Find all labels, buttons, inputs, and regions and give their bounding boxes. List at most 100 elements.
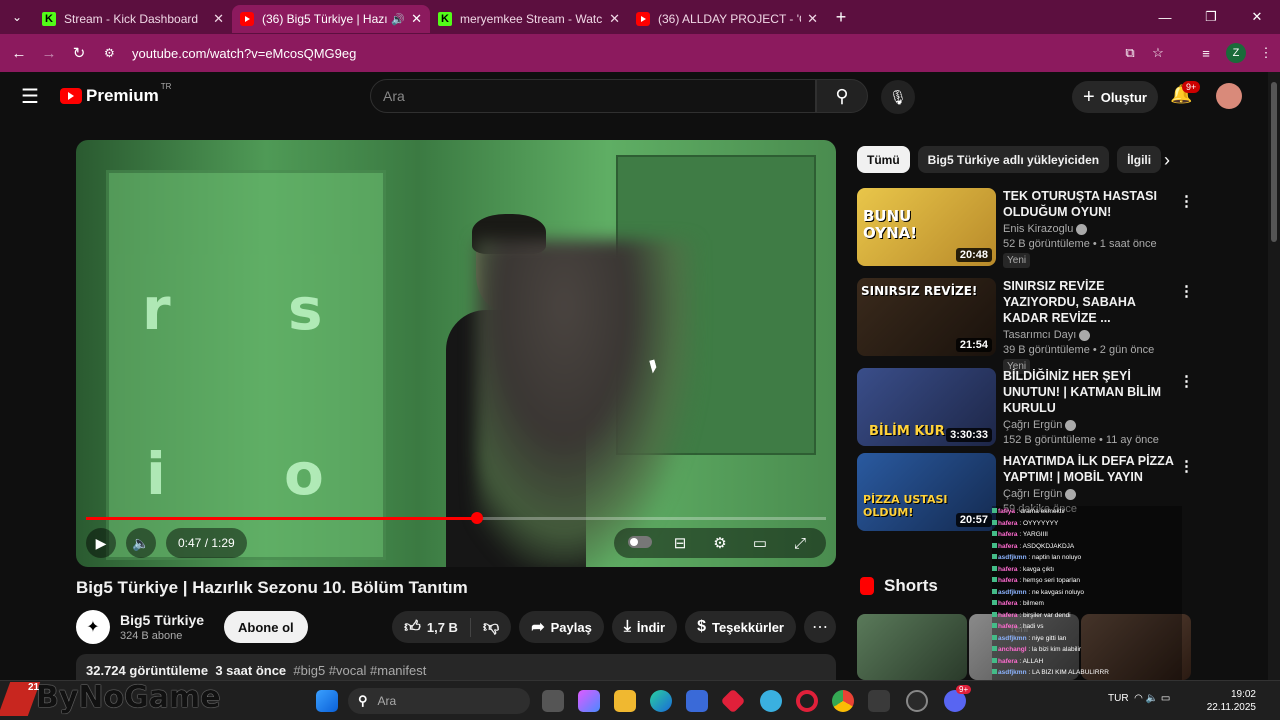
recommendation-title[interactable]: HAYATIMDA İLK DEFA PİZZA YAPTIM! | MOBİL… [1003,453,1183,485]
channel-name[interactable]: Big5 Türkiye [120,612,204,628]
speaker-icon[interactable]: 🔊 [391,13,405,26]
chip-from-uploader[interactable]: Big5 Türkiye adlı yükleyiciden [917,146,1110,173]
battery-icon[interactable]: ▭ [1161,693,1170,704]
subscribe-button[interactable]: Abone ol [224,611,308,643]
video-progress-bar[interactable] [86,512,826,524]
chat-text: kavga çıktı [1022,565,1055,573]
recommendation-title[interactable]: TEK OTURUŞTA HASTASI OLDUĞUM OYUN! [1003,188,1183,220]
more-actions-button[interactable]: ⋯ [804,611,836,643]
file-explorer-icon[interactable] [614,690,636,712]
weather-widget[interactable]: 21 [28,682,39,693]
like-button[interactable]: 👍︎ 1,7 B [392,617,471,637]
site-info-icon[interactable]: ⚙ [104,46,124,60]
hamburger-menu-icon[interactable]: ☰ [0,84,60,109]
close-icon[interactable]: ✕ [411,11,422,27]
user-avatar[interactable] [1216,83,1242,109]
recommendation-item[interactable]: BUNU OYNA! 20:48 TEK OTURUŞTA HASTASI OL… [857,188,1197,268]
wifi-icon[interactable]: ◠ [1134,693,1143,704]
install-icon[interactable]: ⧉ [1116,45,1144,61]
download-button[interactable]: ⤓ İndir [611,611,678,643]
progress-scrubber[interactable] [470,512,483,524]
discord-badge: 9+ [956,685,972,694]
reload-button[interactable]: ↻ [64,44,94,62]
recommendation-item[interactable]: SINIRSIZ REVİZE! 21:54 SINIRSIZ REVİZE Y… [857,278,1197,374]
youtube-premium-logo[interactable]: Premium TR [60,82,171,106]
more-vert-icon[interactable]: ⋮ [1179,372,1194,390]
store-icon[interactable] [686,690,708,712]
tab-youtube-big5[interactable]: (36) Big5 Türkiye | Hazırlık S 🔊 ✕ [232,5,430,33]
recommendation-item[interactable]: BİLİM KUR 3:30:33 BİLDİĞİNİZ HER ŞEYİ UN… [857,368,1197,448]
close-window-button[interactable]: ✕ [1234,0,1280,34]
chrome-icon[interactable] [832,690,854,712]
more-vert-icon[interactable]: ⋮ [1179,457,1194,475]
search-box[interactable] [370,79,816,113]
search-input[interactable] [383,88,815,104]
thanks-button[interactable]: $ Teşekkürler [685,611,796,643]
app-icon[interactable] [760,690,782,712]
recommendation-title[interactable]: SINIRSIZ REVİZE YAZIYORDU, SABAHA KADAR … [1003,278,1183,326]
fullscreen-icon[interactable]: ⤢ [780,535,820,552]
taskbar-search[interactable]: ⚲ Ara [348,688,530,714]
restore-button[interactable]: ❐ [1188,0,1234,34]
profile-avatar[interactable]: Z [1226,43,1246,63]
video-thumbnail[interactable]: BUNU OYNA! 20:48 [857,188,996,266]
tab-youtube-allday[interactable]: (36) ALLDAY PROJECT - 'ONE M ✕ [628,5,826,33]
page-scrollbar[interactable] [1268,72,1280,680]
settings-gear-icon[interactable]: ⚙ [700,534,740,552]
bookmark-star-icon[interactable]: ☆ [1144,45,1172,61]
video-player[interactable]: r s i o ▶ 🔈 0:47 / 1:29 ⊟ ⚙ ▭ ⤢ [76,140,836,567]
app-icon[interactable] [720,688,746,714]
autoplay-toggle[interactable] [620,535,660,552]
more-vert-icon[interactable]: ⋮ [1179,192,1194,210]
volume-icon[interactable]: 🔈 [126,528,156,558]
chip-related[interactable]: İlgili [1117,146,1162,173]
theater-mode-icon[interactable]: ▭ [740,534,780,552]
voice-search-mic-icon[interactable]: 🎙 [881,80,915,114]
obs-icon[interactable] [906,690,928,712]
input-language[interactable]: TUR [1108,693,1129,704]
minimize-button[interactable]: — [1142,0,1188,34]
copilot-icon[interactable] [578,690,600,712]
media-control-icon[interactable]: ≡ [1192,46,1220,61]
hashtags[interactable]: #big5 #vocal #manifest [293,663,426,678]
url-field[interactable]: ⚙ youtube.com/watch?v=eMcosQMG9eg [104,39,1108,67]
short-thumbnail[interactable] [857,614,967,680]
video-thumbnail[interactable]: BİLİM KUR 3:30:33 [857,368,996,446]
more-vert-icon[interactable]: ⋮ [1179,282,1194,300]
video-thumbnail[interactable]: PİZZA USTASI OLDUM! 20:57 [857,453,996,531]
tab-kick-stream[interactable]: K meryemkee Stream - Watch Liv ✕ [430,5,628,33]
tab-kick-dashboard[interactable]: K Stream - Kick Dashboard ✕ [34,5,232,33]
speaker-icon[interactable]: 🔈 [1146,693,1158,704]
recommendation-channel[interactable]: Çağrı Ergün [1003,488,1062,500]
create-button[interactable]: + Oluştur [1072,81,1158,113]
recommendation-channel[interactable]: Enis Kirazoglu [1003,223,1073,235]
task-view-icon[interactable] [542,690,564,712]
chip-all[interactable]: Tümü [857,146,910,173]
video-thumbnail[interactable]: SINIRSIZ REVİZE! 21:54 [857,278,996,356]
close-icon[interactable]: ✕ [609,11,620,27]
scrollbar-thumb[interactable] [1271,82,1277,242]
chevron-right-icon[interactable]: › [1164,150,1170,171]
channel-avatar[interactable]: ✦ [76,610,110,644]
opera-icon[interactable] [796,690,818,712]
share-button[interactable]: ➦ Paylaş [519,611,604,643]
forward-button[interactable]: → [34,45,64,62]
dislike-button[interactable]: 👎︎ [471,618,511,637]
recommendation-channel[interactable]: Çağrı Ergün [1003,419,1062,431]
taskbar-clock[interactable]: 19:02 22.11.2025 [1207,688,1256,714]
new-tab-button[interactable]: + [826,7,856,28]
recommendation-channel[interactable]: Tasarımcı Dayı [1003,329,1076,341]
edge-icon[interactable] [650,690,672,712]
search-button[interactable]: ⚲ [816,79,868,113]
close-icon[interactable]: ✕ [213,11,224,27]
subtitles-icon[interactable]: ⊟ [660,534,700,552]
app-icon[interactable] [868,690,890,712]
duration-badge: 21:54 [955,338,992,352]
back-button[interactable]: ← [4,45,34,62]
windows-start-icon[interactable] [316,690,338,712]
menu-icon[interactable]: ⋮ [1252,45,1280,61]
close-icon[interactable]: ✕ [807,11,818,27]
recommendation-title[interactable]: BİLDİĞİNİZ HER ŞEYİ UNUTUN! | KATMAN BİL… [1003,368,1183,416]
tab-search-button[interactable]: ⌄ [0,0,34,34]
play-button[interactable]: ▶ [86,528,116,558]
